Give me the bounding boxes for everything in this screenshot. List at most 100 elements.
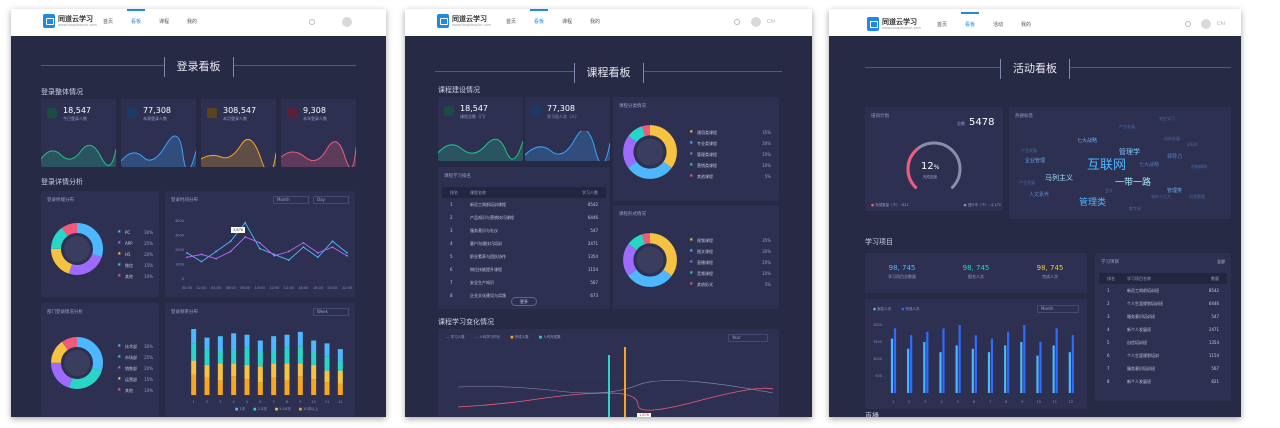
nav-item[interactable]: 首页	[506, 9, 516, 36]
stat-value: 308,547	[223, 106, 257, 115]
data-point	[244, 221, 247, 224]
search-icon[interactable]	[734, 19, 740, 25]
legend-item: ★ 管理类课程 20%	[689, 151, 771, 158]
lock-icon	[287, 108, 297, 118]
nav-item-active[interactable]: 看板	[961, 12, 980, 39]
freq-legend: ■ 1次 ■ 2-5次 ■ 5-10次 ■ 10次以上	[235, 407, 318, 412]
bar-segment	[204, 349, 210, 365]
more-button[interactable]: 更多	[511, 297, 537, 306]
table-row[interactable]: 4 新个人发展班 2471	[1099, 323, 1227, 336]
month-select[interactable]: Month	[273, 196, 309, 204]
x-tick-label: 7	[989, 400, 991, 404]
freq-panel: 登录频率分布 Week 1 2 3 4 5 6 7 8 9 10 11 12 ■ 1次 ■ 2-5次 …	[165, 303, 355, 417]
nav-item-active[interactable]: 看板	[530, 9, 549, 36]
nav-item[interactable]: 首页	[103, 9, 113, 36]
tag-word[interactable]: 领导力	[1167, 155, 1182, 160]
activity-dashboard-screen: 同道云学习 www.tongdaoyun.com 首页 看板 活动 我的 Chi…	[829, 9, 1241, 417]
table-row[interactable]: 2 个人生涯规划培训班 6446	[1099, 297, 1227, 310]
user-name[interactable]: Chi	[767, 17, 775, 27]
table-row[interactable]: 2 产品知识与营销技巧课程 6446	[442, 211, 606, 224]
x-tick-label: 1	[193, 400, 195, 404]
table-row[interactable]: 6 个人生涯规划培训 1154	[1099, 349, 1227, 362]
page-title: 活动看板	[1000, 59, 1070, 79]
tag-word[interactable]: 一带一路	[1115, 179, 1151, 188]
table-row[interactable]: 8 新个人发展班 821	[1099, 375, 1227, 388]
logo[interactable]: 同道云学习 www.tongdaoyun.com	[43, 14, 97, 28]
tag-word[interactable]: 党的十九大	[1151, 195, 1171, 199]
top-bar: 同道云学习 www.tongdaoyun.com 首页 看板 课程 我的	[11, 9, 386, 36]
tag-word[interactable]: 创新精神	[1191, 165, 1207, 169]
bar-segment	[337, 360, 343, 371]
tag-word[interactable]: 互联网	[1087, 159, 1126, 172]
tag-word[interactable]: 创新发展	[1164, 137, 1180, 141]
y-tick-label: 2000	[873, 323, 882, 327]
tag-word[interactable]: 企业管理	[1025, 159, 1045, 164]
nav-item[interactable]: 我的	[1021, 12, 1031, 39]
table-header: 排名 学习项目名称 数量	[1099, 273, 1227, 284]
stat-sparkline	[201, 138, 276, 167]
legend-item: ★ 市场部 25%	[117, 354, 153, 361]
user-name[interactable]: Chi	[1217, 19, 1225, 29]
x-tick-label: 8	[286, 400, 288, 404]
month-select[interactable]: Month	[1037, 305, 1079, 313]
y-tick-label: 4000	[175, 219, 184, 223]
tag-word[interactable]: 产业发展	[1021, 149, 1037, 153]
nav-item-active[interactable]: 看板	[127, 9, 146, 36]
panel-title: 登录频率分布	[171, 310, 198, 315]
table-row[interactable]: 7 服务意识培训班 567	[1099, 362, 1227, 375]
tag-word[interactable]: 产业发展	[1119, 125, 1135, 129]
star-icon: ★	[117, 376, 122, 382]
tag-word[interactable]: 七大战略	[1077, 139, 1097, 144]
bar-segment	[244, 334, 250, 348]
nav-item[interactable]: 活动	[993, 12, 1003, 39]
search-icon[interactable]	[1185, 21, 1191, 27]
table-row[interactable]: 5 职业素养与团队协作 1354	[442, 250, 606, 263]
nav-item[interactable]: 我的	[187, 9, 197, 36]
bar	[1007, 331, 1010, 393]
tag-word[interactable]: 管理学	[1119, 149, 1140, 156]
search-icon[interactable]	[309, 19, 315, 25]
table-row[interactable]: 5 自信培训班 1354	[1099, 336, 1227, 349]
table-row[interactable]: 7 安全生产知识 567	[442, 276, 606, 289]
avatar[interactable]	[751, 17, 761, 27]
tag-word[interactable]: 自我管理	[1189, 195, 1205, 199]
legend-item: ■ 10次以上	[298, 407, 319, 411]
week-select[interactable]: Week	[313, 308, 349, 316]
day-select[interactable]: Day	[313, 196, 349, 204]
logo[interactable]: 同道云学习 www.tongdaoyun.com	[437, 14, 491, 28]
star-icon: ★	[689, 270, 694, 276]
tag-word[interactable]: 产业发展	[1019, 181, 1035, 185]
logo-name: 同道云学习	[452, 14, 487, 23]
table-row[interactable]: 1 新员工岗前培训班 8542	[1099, 284, 1227, 297]
year-select[interactable]: Year	[728, 334, 768, 342]
nav-item[interactable]: 我的	[590, 9, 600, 36]
table-row[interactable]: 4 客户沟通技巧培训 2471	[442, 237, 606, 250]
x-tick-label: 6	[259, 400, 261, 404]
tag-word[interactable]: 人文素养	[1029, 193, 1049, 198]
bar	[910, 335, 913, 393]
avatar[interactable]	[1201, 19, 1211, 29]
table-row[interactable]: 3 服务意识与礼仪 547	[442, 224, 606, 237]
nav-item[interactable]: 课程	[562, 9, 572, 36]
all-link[interactable]: 全部	[1217, 259, 1225, 265]
data-point	[346, 254, 348, 257]
panel-title: 登录时间分布	[171, 198, 198, 203]
table-row[interactable]: 6 岗位技能提升课程 1154	[442, 263, 606, 276]
nav-item[interactable]: 首页	[937, 12, 947, 39]
tag-word[interactable]: 管理类	[1079, 199, 1106, 208]
main-nav: 首页 看板 课程 我的	[506, 9, 618, 36]
avatar[interactable]	[342, 17, 352, 27]
tag-word[interactable]: 2020	[1187, 143, 1197, 147]
table-row[interactable]: 3 服务意识培训班 547	[1099, 310, 1227, 323]
nav-item[interactable]: 课程	[159, 9, 169, 36]
data-point	[200, 253, 203, 256]
tag-word[interactable]: 党史学习	[1159, 117, 1175, 121]
x-tick-label: 12:00	[269, 286, 279, 290]
tag-word[interactable]: 马列主义	[1045, 175, 1073, 182]
bar-segment	[231, 363, 237, 377]
tag-word[interactable]: 数字化	[1129, 207, 1141, 211]
logo[interactable]: 同道云学习 www.tongdaoyun.com	[867, 17, 921, 31]
tag-word[interactable]: 会计	[1105, 189, 1113, 193]
tag-word[interactable]: 七大战略	[1139, 163, 1159, 168]
table-row[interactable]: 1 新员工岗前培训课程 8542	[442, 198, 606, 211]
